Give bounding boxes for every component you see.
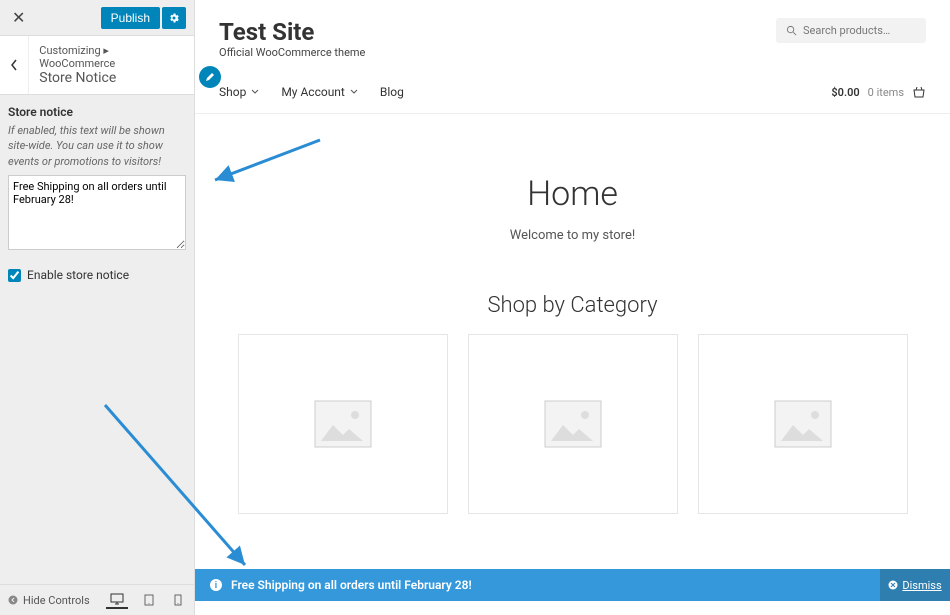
back-button[interactable] [0,36,29,94]
category-card[interactable] [238,334,448,514]
enable-notice-checkbox[interactable] [8,269,21,282]
device-desktop-button[interactable] [106,591,128,609]
publish-button[interactable]: Publish [101,7,160,29]
enable-notice-label: Enable store notice [27,268,129,282]
publish-settings-button[interactable] [162,7,186,29]
shop-category-heading: Shop by Category [219,293,926,318]
store-notice-bar: i Free Shipping on all orders until Febr… [195,569,950,601]
hide-controls-button[interactable]: Hide Controls [8,594,90,607]
category-card[interactable] [698,334,908,514]
category-cards [219,334,926,514]
store-notice-textarea[interactable] [8,175,186,250]
page-title: Home [219,174,926,214]
site-tagline: Official WooCommerce theme [219,46,365,59]
pencil-icon [205,72,215,82]
nav-shop[interactable]: Shop [219,85,259,99]
info-icon: i [209,578,223,592]
device-mobile-button[interactable] [170,591,186,609]
section-heading: Store notice [8,105,186,119]
breadcrumb-title: Store Notice [39,70,184,86]
close-icon[interactable]: ✕ [8,6,29,29]
device-tablet-button[interactable] [140,591,158,609]
search-placeholder: Search products… [803,24,890,37]
breadcrumb: Customizing ▸ WooCommerce Store Notice [0,36,194,95]
close-circle-icon [888,580,898,590]
dismiss-notice-button[interactable]: Dismiss [880,569,950,601]
customizer-sidebar: ✕ Publish Customizing ▸ WooCommerce Stor… [0,0,195,615]
section-description: If enabled, this text will be shown site… [8,123,186,169]
search-input[interactable]: Search products… [776,18,926,43]
enable-notice-row[interactable]: Enable store notice [8,268,186,282]
gear-icon [168,12,180,24]
cart-amount: $0.00 [831,86,859,99]
store-notice-section: Store notice If enabled, this text will … [0,95,194,290]
sidebar-topbar: ✕ Publish [0,0,194,36]
chevron-down-icon [350,88,358,96]
tablet-icon [144,594,154,606]
nav-blog[interactable]: Blog [380,85,404,99]
site-title[interactable]: Test Site [219,18,365,46]
nav-account[interactable]: My Account [281,85,358,99]
store-notice-message: i Free Shipping on all orders until Febr… [195,569,880,601]
preview-body: Home Welcome to my store! Shop by Catego… [195,114,950,615]
mobile-icon [174,594,182,606]
chevron-down-icon [251,88,259,96]
sidebar-footer: Hide Controls [0,584,194,615]
placeholder-image-icon [543,399,603,449]
basket-icon [912,86,926,98]
breadcrumb-path: Customizing ▸ WooCommerce [39,44,184,70]
hide-controls-label: Hide Controls [23,594,90,607]
svg-text:i: i [215,581,217,591]
chevron-left-icon [10,59,18,71]
page-subtitle: Welcome to my store! [219,228,926,243]
chevron-left-circle-icon [8,595,18,605]
preview-nav: Shop My Account Blog $0.00 0 items [195,71,950,114]
category-card[interactable] [468,334,678,514]
site-preview: Test Site Official WooCommerce theme Sea… [195,0,950,615]
edit-shortcut-button[interactable] [199,66,221,88]
desktop-icon [110,593,124,605]
placeholder-image-icon [773,399,833,449]
placeholder-image-icon [313,399,373,449]
preview-header: Test Site Official WooCommerce theme Sea… [195,0,950,65]
cart-items: 0 items [868,86,904,99]
cart-widget[interactable]: $0.00 0 items [831,86,926,99]
device-preview-toggles [106,591,186,609]
search-icon [786,25,797,36]
